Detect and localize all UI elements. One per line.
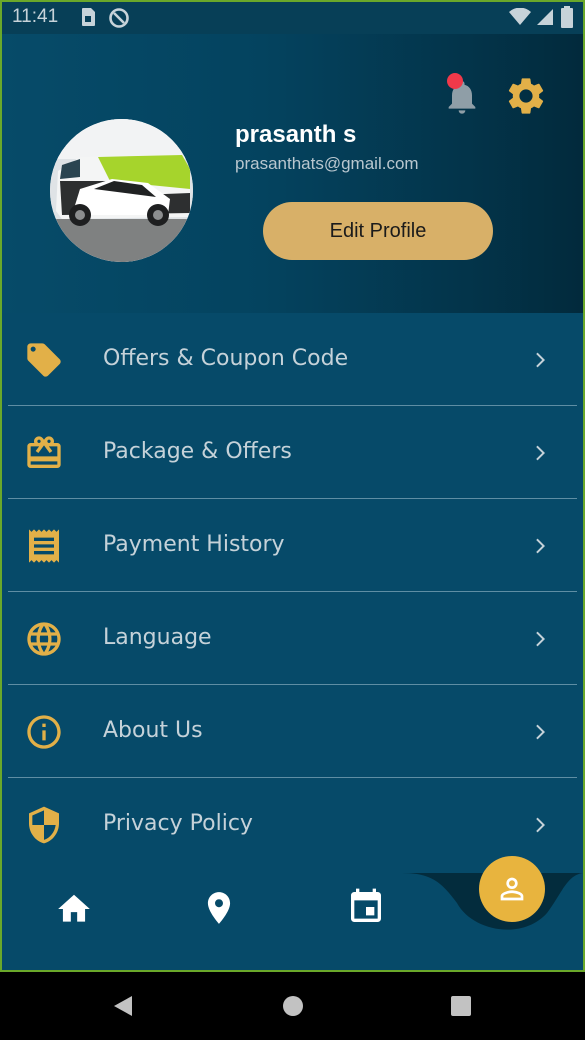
info-icon <box>27 715 61 749</box>
menu-item-privacy-policy[interactable]: Privacy Policy <box>0 778 585 871</box>
chevron-right-icon <box>536 538 545 554</box>
menu-item-package-offers[interactable]: Package & Offers <box>0 406 585 499</box>
menu-item-label: Language <box>103 625 212 650</box>
menu-item-label: Package & Offers <box>103 439 292 464</box>
profile-tab-button[interactable] <box>479 856 545 922</box>
shield-icon <box>29 806 59 844</box>
status-bar: 11:41 <box>0 0 585 34</box>
app-screen: 11:41 prasanth s prasanthats@gmail.com E… <box>0 0 585 1040</box>
menu-item-language[interactable]: Language <box>0 592 585 685</box>
settings-menu: Offers & Coupon Code Package & Offers Pa… <box>0 313 585 871</box>
edit-profile-button[interactable]: Edit Profile <box>263 202 493 260</box>
receipt-icon <box>29 529 59 563</box>
van-photo <box>50 119 193 262</box>
tag-icon <box>27 343 61 377</box>
menu-item-about-us[interactable]: About Us <box>0 685 585 778</box>
menu-item-label: Offers & Coupon Code <box>103 346 349 371</box>
menu-item-offers-coupon[interactable]: Offers & Coupon Code <box>0 313 585 406</box>
system-nav-bar <box>0 972 585 1040</box>
do-not-disturb-icon <box>109 8 129 28</box>
location-pin-icon[interactable] <box>200 888 238 928</box>
chevron-right-icon <box>536 817 545 833</box>
gear-icon[interactable] <box>504 74 548 118</box>
back-icon[interactable] <box>112 994 134 1018</box>
profile-icon <box>500 877 524 901</box>
user-name: prasanth s <box>235 121 357 148</box>
chevron-right-icon <box>536 352 545 368</box>
menu-item-label: Privacy Policy <box>103 811 253 836</box>
notification-dot <box>447 73 463 89</box>
recents-icon[interactable] <box>451 996 471 1016</box>
avatar[interactable] <box>50 119 193 262</box>
user-email: prasanthats@gmail.com <box>235 154 419 173</box>
gift-card-icon <box>27 436 61 468</box>
wifi-icon <box>509 8 531 25</box>
battery-icon <box>561 6 573 28</box>
chevron-right-icon <box>536 445 545 461</box>
home-icon[interactable] <box>55 890 93 928</box>
menu-item-label: Payment History <box>103 532 285 557</box>
chevron-right-icon <box>536 631 545 647</box>
chevron-right-icon <box>536 724 545 740</box>
globe-icon <box>27 622 61 656</box>
menu-item-payment-history[interactable]: Payment History <box>0 499 585 592</box>
sim-card-icon <box>82 8 95 26</box>
home-circle-icon[interactable] <box>282 995 304 1017</box>
calendar-icon[interactable] <box>346 887 386 927</box>
menu-item-label: About Us <box>103 718 203 743</box>
signal-icon <box>537 9 553 25</box>
status-time: 11:41 <box>12 6 59 27</box>
